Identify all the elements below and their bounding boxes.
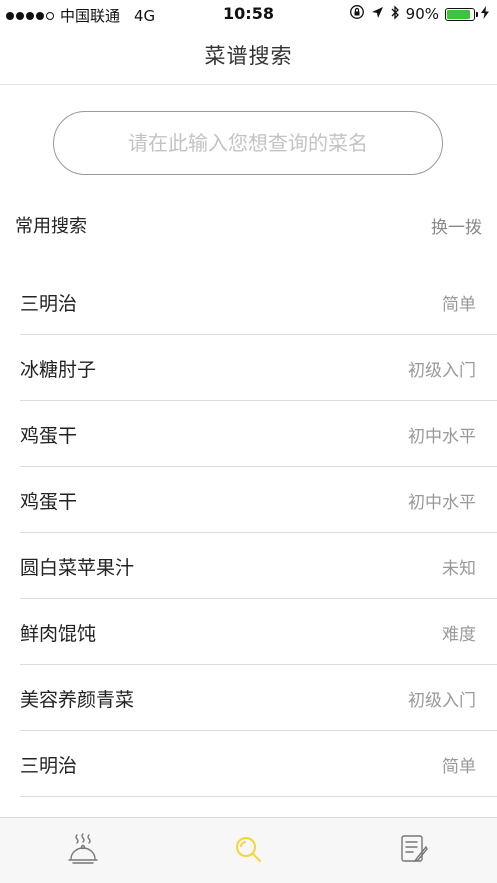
recipe-difficulty: 初中水平 (408, 492, 476, 513)
search-input[interactable] (54, 130, 442, 156)
search-box[interactable] (53, 111, 443, 175)
recipe-name: 三明治 (20, 754, 78, 777)
recipe-row[interactable]: 三明治 简单 (20, 732, 497, 797)
recipe-difficulty: 简单 (442, 294, 476, 315)
page-title: 菜谱搜索 (204, 44, 293, 68)
recipe-name: 美容养颜青菜 (20, 688, 135, 711)
recipe-row[interactable]: 圆白菜苹果汁 未知 (20, 534, 497, 599)
recipe-row[interactable]: 美容养颜青菜 初级入门 (20, 666, 497, 731)
recipe-name: 圆白菜苹果汁 (20, 556, 135, 579)
battery-icon (445, 7, 478, 21)
recipe-name: 三明治 (20, 292, 78, 315)
section-title: 常用搜索 (15, 216, 87, 237)
recipe-row[interactable]: 鲜肉馄饨 难度 (20, 600, 497, 665)
common-search-header: 常用搜索 换一拨 (0, 200, 497, 250)
search-icon (233, 834, 263, 868)
recipe-row[interactable]: 鸡蛋干 初中水平 (20, 468, 497, 533)
status-right: 90% (349, 4, 489, 24)
notes-icon (398, 833, 430, 869)
location-arrow-icon (371, 5, 384, 23)
recipe-name: 鸡蛋干 (20, 490, 78, 513)
navigation-bar: 菜谱搜索 (0, 28, 497, 85)
recipe-difficulty: 初中水平 (408, 426, 476, 447)
recipe-difficulty: 未知 (442, 558, 476, 579)
recipe-list: 三明治 简单 冰糖肘子 初级入门 鸡蛋干 初中水平 鸡蛋干 初中水平 圆白菜苹果… (0, 270, 497, 798)
recipe-difficulty: 初级入门 (408, 690, 476, 711)
recipe-difficulty: 难度 (442, 624, 476, 645)
recipe-name: 鲜肉馄饨 (20, 622, 97, 645)
tab-notes[interactable] (384, 826, 444, 876)
charging-bolt-icon (481, 5, 489, 23)
tab-search[interactable] (218, 826, 278, 876)
bluetooth-icon (390, 4, 400, 24)
recipe-row[interactable]: 三明治 简单 (20, 270, 497, 335)
recipe-row[interactable]: 冰糖肘子 初级入门 (20, 336, 497, 401)
status-bar: 中国联通 4G 10:58 90% (0, 0, 497, 28)
dish-cloche-icon (66, 832, 100, 870)
tab-home[interactable] (53, 826, 113, 876)
recipe-difficulty: 初级入门 (408, 360, 476, 381)
refresh-button[interactable]: 换一拨 (431, 213, 482, 238)
orientation-lock-icon (349, 4, 365, 24)
battery-percent: 90% (405, 5, 439, 23)
recipe-row[interactable]: 鸡蛋干 初中水平 (20, 402, 497, 467)
recipe-difficulty: 简单 (442, 756, 476, 777)
recipe-name: 鸡蛋干 (20, 424, 78, 447)
tab-bar (0, 817, 497, 883)
recipe-name: 冰糖肘子 (20, 358, 97, 381)
